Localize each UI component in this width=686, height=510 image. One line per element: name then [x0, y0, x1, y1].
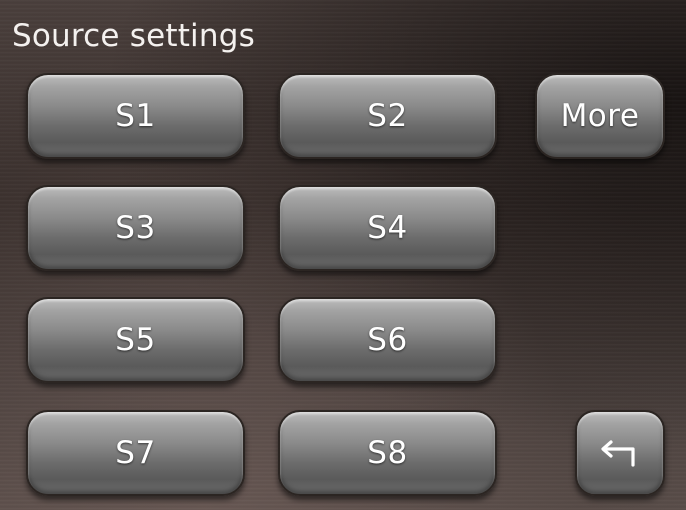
source-button-label: S8 [367, 435, 408, 471]
source-button-s5[interactable]: S5 [26, 297, 245, 383]
source-button-s3[interactable]: S3 [26, 185, 245, 271]
source-button-label: S6 [367, 322, 408, 358]
source-button-s8[interactable]: S8 [278, 410, 497, 496]
return-arrow-icon [601, 440, 635, 467]
source-button-s1[interactable]: S1 [26, 73, 245, 159]
source-button-label: S4 [367, 210, 408, 246]
page-title: Source settings [12, 18, 255, 54]
source-button-s7[interactable]: S7 [26, 410, 245, 496]
source-button-label: S3 [115, 210, 156, 246]
source-button-label: S1 [115, 98, 156, 134]
source-button-s4[interactable]: S4 [278, 185, 497, 271]
source-button-label: S2 [367, 98, 408, 134]
source-settings-screen: Source settings S1 S2 More S3 S4 S5 S6 S… [0, 0, 686, 510]
source-button-s2[interactable]: S2 [278, 73, 497, 159]
back-button[interactable] [575, 410, 665, 496]
source-button-label: S5 [115, 322, 156, 358]
source-button-label: S7 [115, 435, 156, 471]
source-button-s6[interactable]: S6 [278, 297, 497, 383]
more-button[interactable]: More [535, 73, 665, 159]
more-button-label: More [560, 98, 640, 134]
